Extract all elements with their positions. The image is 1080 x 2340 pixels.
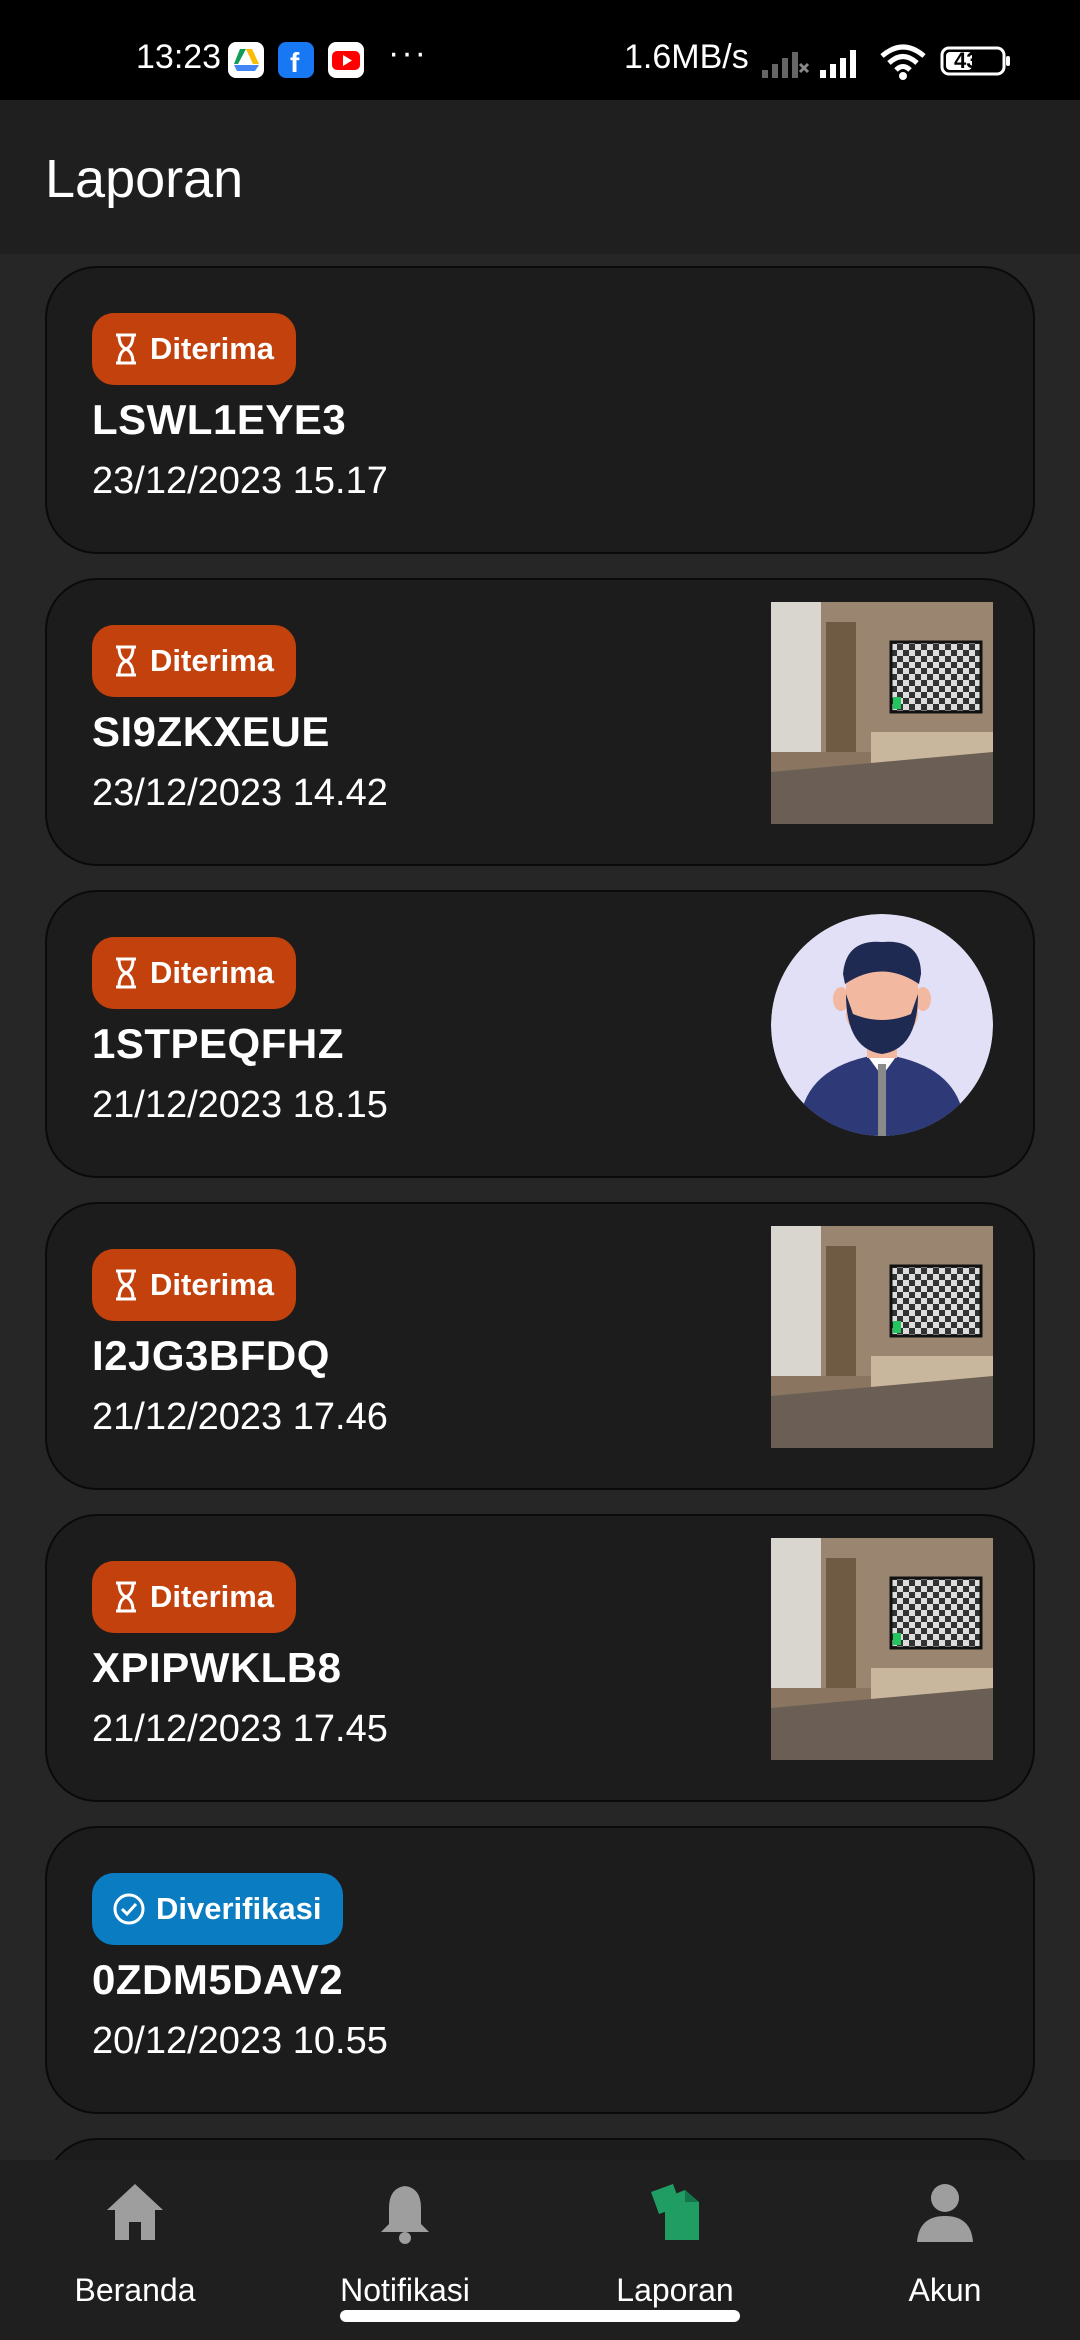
status-badge: Diterima [92, 625, 297, 697]
facebook-icon: f [278, 42, 314, 78]
report-thumbnail [771, 1226, 993, 1448]
status-label: Diterima [150, 331, 275, 366]
status-badge: Diterima [92, 1249, 297, 1321]
person-icon [917, 2184, 973, 2242]
nav-item-laporan[interactable]: Laporan [540, 2170, 810, 2320]
app-bar: Laporan [0, 100, 1080, 254]
svg-text:f: f [290, 47, 300, 78]
status-bar: 13:23 f ··· 1.6MB/s 43 [0, 0, 1080, 100]
report-code: 1STPEQFHZ [92, 1020, 344, 1067]
signal-icon [760, 44, 810, 85]
report-thumbnail [771, 1538, 993, 1760]
home-icon [107, 2184, 163, 2240]
status-time: 13:23 [136, 38, 222, 76]
report-code: LSWL1EYE3 [92, 396, 347, 443]
report-code: SI9ZKXEUE [92, 708, 330, 755]
more-notifications-icon: ··· [388, 34, 428, 72]
status-badge: Diterima [92, 1561, 297, 1633]
report-card[interactable] [45, 2138, 1035, 2160]
drive-icon [228, 42, 264, 78]
status-label: Diterima [150, 1267, 275, 1302]
signal-icon-2 [818, 44, 868, 85]
nav-label: Beranda [74, 2272, 196, 2308]
status-badge: Diterima [92, 937, 297, 1009]
hourglass-icon [116, 333, 136, 365]
report-code: XPIPWKLB8 [92, 1644, 342, 1691]
status-label: Diverifikasi [156, 1891, 322, 1926]
youtube-icon [328, 42, 364, 78]
report-date: 23/12/2023 15.17 [92, 460, 388, 502]
status-label: Diterima [150, 643, 275, 678]
status-label: Diterima [150, 1579, 275, 1614]
nav-item-beranda[interactable]: Beranda [0, 2170, 270, 2320]
hourglass-icon [116, 1581, 136, 1613]
report-card[interactable]: Diterima 1STPEQFHZ 21/12/2023 18.15 [45, 890, 1035, 1178]
report-list[interactable]: Diterima LSWL1EYE3 23/12/2023 15.17 Dite… [0, 254, 1080, 2160]
nav-label: Akun [908, 2272, 982, 2308]
battery-level: 43 [954, 48, 979, 73]
report-date: 20/12/2023 10.55 [92, 2020, 388, 2062]
report-date: 21/12/2023 18.15 [92, 1084, 388, 1126]
report-card[interactable]: Diterima I2JG3BFDQ 21/12/2023 17.46 [45, 1202, 1035, 1490]
report-code: I2JG3BFDQ [92, 1332, 330, 1379]
status-badge: Diterima [92, 313, 297, 385]
report-code: 0ZDM5DAV2 [92, 1956, 344, 2003]
nav-item-notifikasi[interactable]: Notifikasi [270, 2170, 540, 2320]
page-title: Laporan [45, 149, 244, 209]
report-date: 23/12/2023 14.42 [92, 772, 388, 814]
network-speed: 1.6MB/s [624, 38, 749, 76]
report-card[interactable]: Diterima SI9ZKXEUE 23/12/2023 14.42 [45, 578, 1035, 866]
status-badge: Diverifikasi [92, 1873, 344, 1945]
report-card[interactable]: Diterima XPIPWKLB8 21/12/2023 17.45 [45, 1514, 1035, 1802]
hourglass-icon [116, 957, 136, 989]
hourglass-icon [116, 645, 136, 677]
status-label: Diterima [150, 955, 275, 990]
documents-icon [651, 2184, 699, 2240]
nav-item-akun[interactable]: Akun [810, 2170, 1080, 2320]
wifi-icon [878, 44, 928, 85]
report-date: 21/12/2023 17.45 [92, 1708, 388, 1750]
bell-icon [381, 2186, 429, 2244]
avatar [771, 914, 993, 1136]
report-card[interactable]: Diverifikasi 0ZDM5DAV2 20/12/2023 10.55 [45, 1826, 1035, 2114]
nav-label: Notifikasi [340, 2272, 470, 2308]
report-thumbnail [771, 602, 993, 824]
hourglass-icon [116, 1269, 136, 1301]
home-indicator[interactable] [340, 2310, 740, 2322]
check-circle-icon [113, 1893, 145, 1925]
nav-label: Laporan [616, 2272, 734, 2308]
report-date: 21/12/2023 17.46 [92, 1396, 388, 1438]
report-card[interactable]: Diterima LSWL1EYE3 23/12/2023 15.17 [45, 266, 1035, 554]
